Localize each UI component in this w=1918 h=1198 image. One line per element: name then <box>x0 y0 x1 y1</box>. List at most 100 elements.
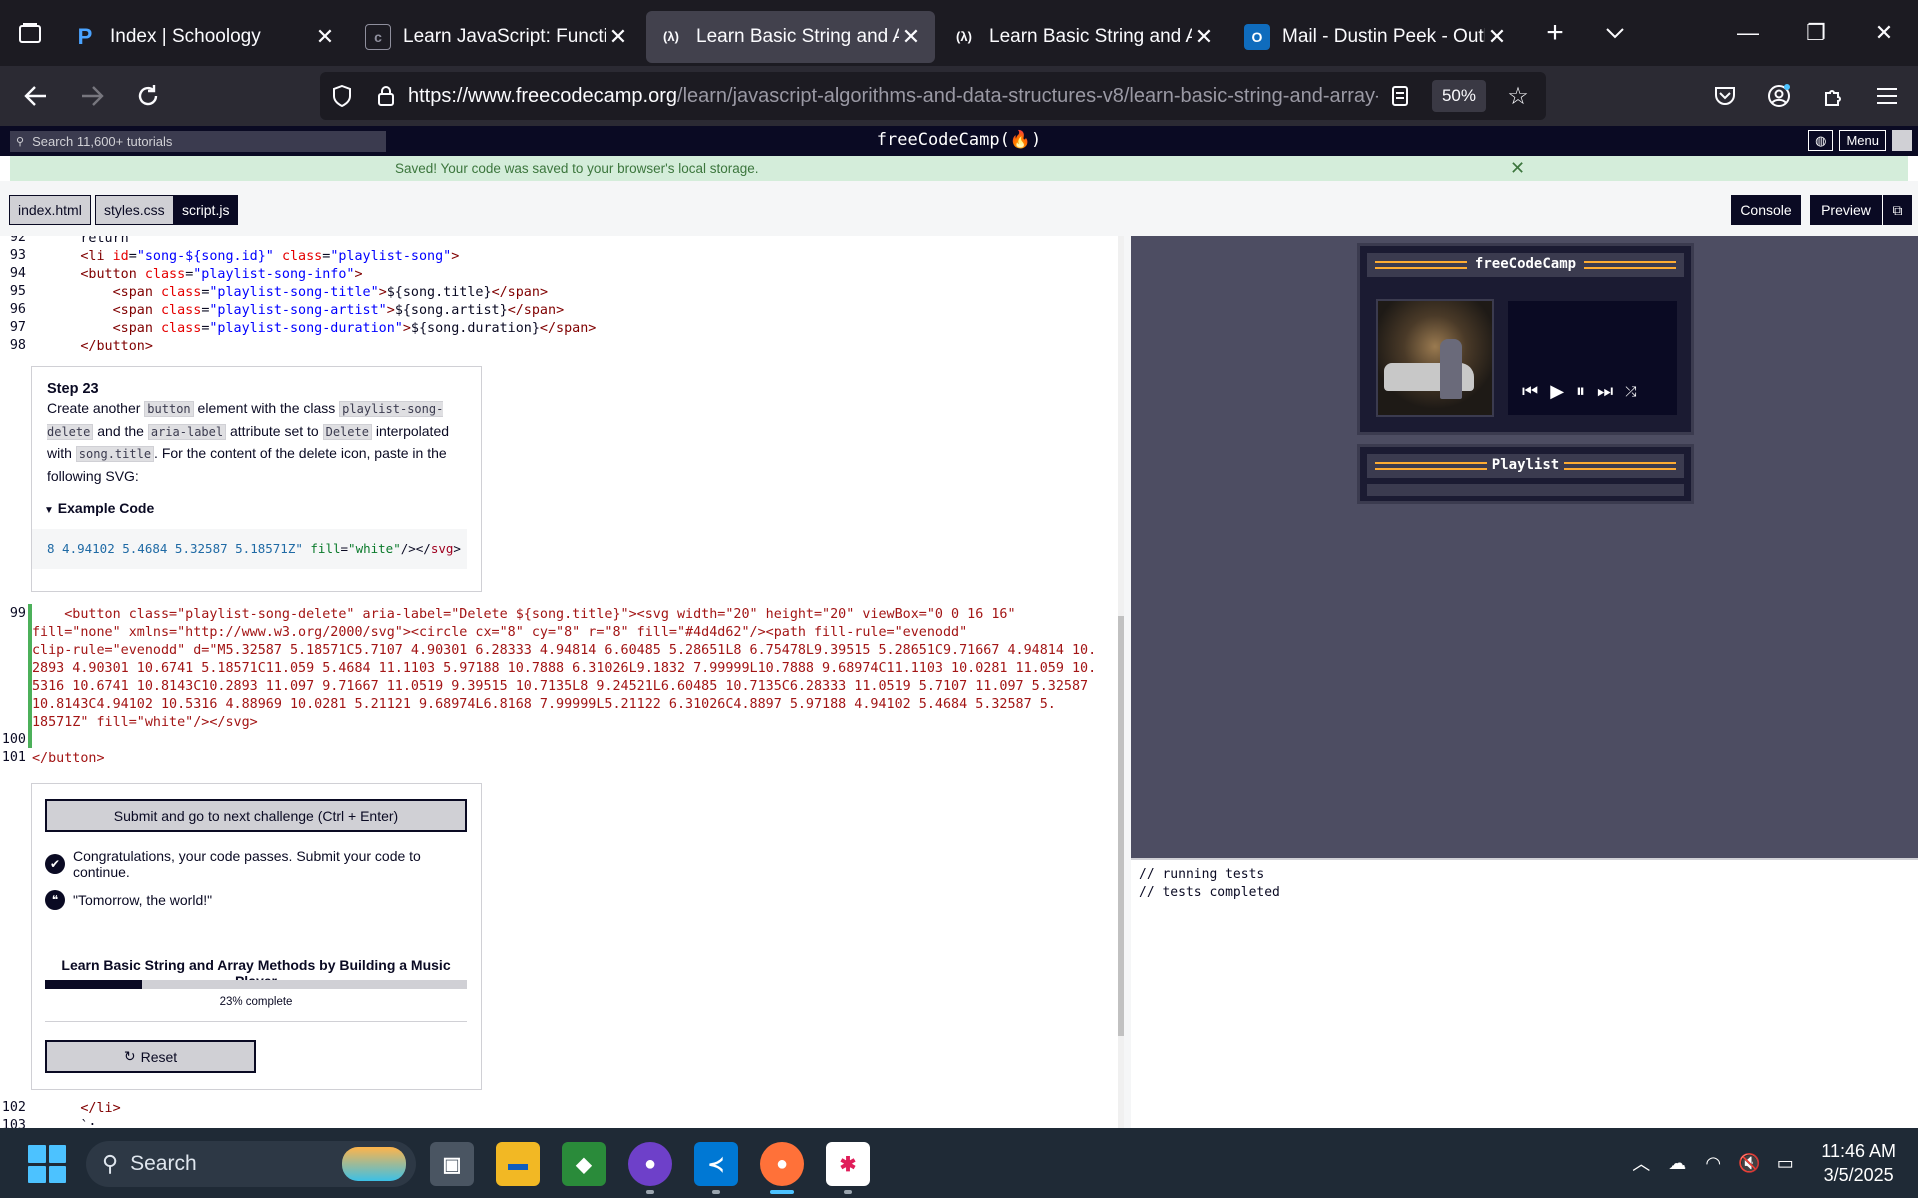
tab-index-html[interactable]: index.html <box>9 195 91 225</box>
browser-tab-fcc[interactable]: (λ) Learn Basic String and Array ✕ <box>939 11 1228 63</box>
slack-icon[interactable]: ✱ <box>826 1142 870 1186</box>
battery-icon[interactable]: ▭ <box>1767 1145 1803 1181</box>
app-pinned-icon[interactable]: ◆ <box>562 1142 606 1186</box>
windows-start-button[interactable] <box>28 1145 66 1183</box>
lock-icon[interactable] <box>364 85 408 107</box>
submit-next-challenge-button[interactable]: Submit and go to next challenge (Ctrl + … <box>45 799 467 832</box>
pane-resize-handle[interactable] <box>1124 236 1131 1128</box>
chevron-down-icon <box>1606 28 1624 39</box>
code-editor[interactable]: 92 return 93 <li id="song-${song.id}" cla… <box>0 236 1124 1128</box>
app-menu-button[interactable] <box>1860 68 1914 124</box>
code-line: clip-rule="evenodd" d="M5.32587 5.18571C… <box>32 643 1097 658</box>
close-window-button[interactable]: ✕ <box>1850 0 1918 66</box>
close-tab-icon[interactable]: ✕ <box>899 24 923 49</box>
line-number: 98 <box>9 338 26 353</box>
fcc-menu-button[interactable]: Menu <box>1839 130 1886 151</box>
tab-styles-css[interactable]: styles.css <box>95 195 174 225</box>
step-instructions-panel: Step 23 Create another button element wi… <box>31 366 482 592</box>
wifi-icon[interactable]: ◠ <box>1695 1145 1731 1181</box>
example-code-toggle[interactable]: ▼ Example Code <box>44 500 154 516</box>
vscode-icon[interactable]: ≺ <box>694 1142 738 1186</box>
url-path: /learn/javascript-algorithms-and-data-st… <box>677 84 1378 107</box>
example-label: Example Code <box>57 500 155 516</box>
task-view-icon[interactable]: ▣ <box>430 1142 474 1186</box>
play-icon[interactable]: ▶ <box>1550 381 1564 402</box>
tracking-protection-shield-icon[interactable] <box>320 85 364 107</box>
progress-bar-fill <box>45 980 143 989</box>
language-button[interactable]: ◍ <box>1808 130 1834 151</box>
forward-button[interactable] <box>64 68 120 124</box>
zoom-level-badge[interactable]: 50% <box>1431 80 1486 112</box>
file-explorer-icon[interactable]: ▬ <box>496 1142 540 1186</box>
browser-tab-outlook[interactable]: O Mail - Dustin Peek - Outlook ✕ <box>1232 11 1521 63</box>
url-bar[interactable]: https://www.freecodecamp.org/learn/javas… <box>320 72 1546 120</box>
console-button[interactable]: Console <box>1731 195 1801 225</box>
line-number: 94 <box>9 266 26 281</box>
browser-navigation-bar: https://www.freecodecamp.org/learn/javas… <box>0 66 1918 126</box>
shuffle-icon[interactable]: ⤮ <box>1625 383 1636 400</box>
line-number: 93 <box>9 248 26 263</box>
pocket-button[interactable] <box>1698 68 1752 124</box>
tab-title: Learn Basic String and Array <box>696 25 899 47</box>
search-placeholder: Search 11,600+ tutorials <box>32 134 173 149</box>
saved-flash-message: Saved! Your code was saved to your brows… <box>10 156 1908 181</box>
step-description: Create another button element with the c… <box>47 398 467 487</box>
close-tab-icon[interactable]: ✕ <box>1192 24 1216 49</box>
globe-icon: ◍ <box>1815 132 1827 148</box>
tab-script-js[interactable]: script.js <box>173 195 239 225</box>
github-desktop-icon[interactable]: ● <box>628 1142 672 1186</box>
taskbar-search-box[interactable]: ⚲ Search <box>86 1141 416 1187</box>
minimize-button[interactable]: — <box>1714 0 1782 66</box>
example-code-eq: = <box>340 541 349 556</box>
new-tab-button[interactable]: + <box>1525 0 1585 66</box>
volume-muted-icon[interactable]: 🔇 <box>1731 1145 1767 1181</box>
code-line: 18571Z" fill="white"/></svg> <box>32 715 258 730</box>
divider <box>45 1021 467 1022</box>
back-button[interactable] <box>8 68 64 124</box>
line-number: 97 <box>9 320 26 335</box>
bookmark-star-icon[interactable]: ☆ <box>1496 82 1540 111</box>
reload-button[interactable] <box>120 68 176 124</box>
console-line: // running tests <box>1139 867 1265 882</box>
progress-bar <box>45 980 467 989</box>
next-track-icon[interactable]: ⏭ <box>1597 381 1613 402</box>
account-button[interactable] <box>1752 68 1806 124</box>
playlist-header: Playlist <box>1367 454 1684 478</box>
clock[interactable]: 11:46 AM 3/5/2025 <box>1821 1139 1896 1187</box>
firefox-icon[interactable]: ● <box>760 1142 804 1186</box>
outlook-favicon-icon: O <box>1244 23 1270 50</box>
clock-date: 3/5/2025 <box>1823 1165 1894 1185</box>
player-controls-box: ⏮ ▶ ⏸ ⏭ ⤮ <box>1508 301 1677 415</box>
reset-button[interactable]: ↻ Reset <box>45 1040 256 1073</box>
browser-tab-fcc-active[interactable]: (λ) Learn Basic String and Array ✕ <box>646 10 935 63</box>
url-text[interactable]: https://www.freecodecamp.org/learn/javas… <box>408 85 1378 108</box>
avatar[interactable] <box>1892 130 1912 151</box>
code-line: </li> <box>80 1101 121 1116</box>
browser-tab-schoology[interactable]: P Index | Schoology ✕ <box>60 11 349 63</box>
onedrive-icon[interactable]: ☁ <box>1659 1145 1695 1181</box>
close-tab-icon[interactable]: ✕ <box>313 24 337 49</box>
code-line: return <box>32 236 129 246</box>
desc-text: element with the class <box>193 400 340 416</box>
firefox-view-button[interactable] <box>0 0 60 66</box>
close-tab-icon[interactable]: ✕ <box>1485 24 1509 49</box>
list-all-tabs-button[interactable] <box>1585 0 1645 66</box>
extensions-button[interactable] <box>1806 68 1860 124</box>
account-icon <box>1768 84 1790 107</box>
browser-tab-codecademy[interactable]: c Learn JavaScript: Functions ✕ <box>353 11 642 63</box>
system-tray: ︿ ☁ ◠ 🔇 ▭ 11:46 AM 3/5/2025 <box>1623 1128 1918 1198</box>
close-tab-icon[interactable]: ✕ <box>606 24 630 49</box>
popout-preview-button[interactable]: ⧉ <box>1882 195 1912 225</box>
reset-label: Reset <box>140 1048 178 1065</box>
restore-button[interactable]: ❐ <box>1782 0 1850 66</box>
fcc-search-input[interactable]: ⚲ Search 11,600+ tutorials <box>10 131 386 152</box>
pause-icon[interactable]: ⏸ <box>1576 381 1585 402</box>
code-line: 10.8143C4.94102 10.5316 4.88969 10.0281 … <box>32 697 1056 712</box>
chevron-up-icon[interactable]: ︿ <box>1623 1145 1659 1181</box>
reader-view-icon[interactable] <box>1378 85 1422 107</box>
preview-button[interactable]: Preview <box>1810 195 1882 225</box>
close-icon[interactable]: ✕ <box>1510 158 1525 179</box>
plus-icon: + <box>1546 16 1564 49</box>
previous-track-icon[interactable]: ⏮ <box>1522 381 1538 402</box>
running-indicator <box>844 1190 852 1194</box>
